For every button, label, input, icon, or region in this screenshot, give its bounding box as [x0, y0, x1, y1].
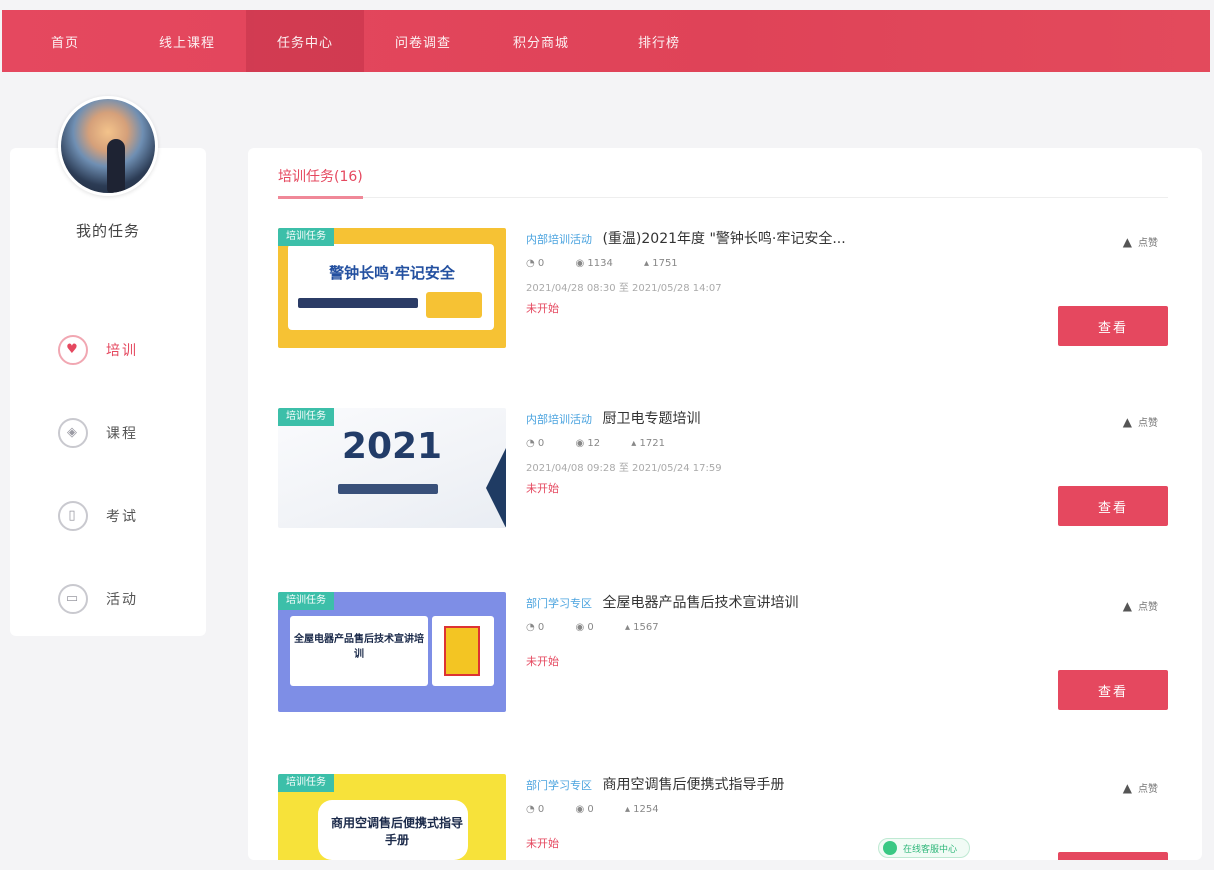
- like-control[interactable]: ▲ 点赞: [1123, 234, 1158, 249]
- nav-item-home[interactable]: 首页: [2, 10, 128, 72]
- task-thumbnail[interactable]: 培训任务 商用空调售后便携式指导手册: [278, 774, 506, 860]
- task-category[interactable]: 内部培训活动: [526, 413, 592, 426]
- nav-item-points-mall[interactable]: 积分商城: [482, 10, 600, 72]
- comment-count: ◔ 0: [526, 438, 545, 449]
- sidebar-item-label: 活动: [106, 591, 138, 608]
- task-thumbnail[interactable]: 培训任务 2021: [278, 408, 506, 528]
- like-control[interactable]: ▲ 点赞: [1123, 598, 1158, 613]
- sidebar-item-label: 考试: [106, 508, 138, 525]
- thumb-text: 2021: [341, 426, 443, 467]
- task-category[interactable]: 内部培训活动: [526, 233, 592, 246]
- sidebar: 我的任务 ♥ 培训 ◈ 课程 ▯ 考试 ▭ 活动: [10, 148, 206, 636]
- thumb-text: 全屋电器产品售后技术宣讲培训: [294, 634, 424, 660]
- task-title-line: 内部培训活动 (重温)2021年度 "警钟长鸣·牢记安全...: [526, 228, 1046, 248]
- thumb-tag: 培训任务: [278, 774, 334, 792]
- sidebar-item-exam[interactable]: ▯ 考试: [10, 474, 206, 557]
- thumb-tag: 培训任务: [278, 228, 334, 246]
- sidebar-item-label: 课程: [106, 425, 138, 442]
- nav-item-survey[interactable]: 问卷调查: [364, 10, 482, 72]
- view-button[interactable]: 查看: [1058, 306, 1168, 346]
- thumbs-up-icon: ▲: [1122, 781, 1132, 795]
- sidebar-item-courses[interactable]: ◈ 课程: [10, 391, 206, 474]
- top-nav-bar: 首页 线上课程 任务中心 问卷调查 积分商城 排行榜: [2, 10, 1210, 72]
- thumb-text: 警钟长鸣·牢记安全: [329, 264, 455, 282]
- task-info: 内部培训活动 厨卫电专题培训 ◔ 0 ◉ 12 ▴ 1721 2021/04/0…: [526, 408, 1046, 496]
- avatar[interactable]: [58, 96, 158, 196]
- online-service-badge[interactable]: 在线客服中心: [878, 838, 970, 858]
- task-title[interactable]: 厨卫电专题培训: [602, 411, 700, 427]
- nav-item-task-center[interactable]: 任务中心: [246, 10, 364, 72]
- task-time: 2021/04/08 09:28 至 2021/05/24 17:59: [526, 463, 722, 474]
- view-button[interactable]: 查看: [1058, 852, 1168, 860]
- tab-bar: 培训任务(16): [278, 160, 1168, 199]
- comment-count: ◔ 0: [526, 258, 545, 269]
- task-info: 内部培训活动 (重温)2021年度 "警钟长鸣·牢记安全... ◔ 0 ◉ 11…: [526, 228, 1046, 316]
- view-count: ◉ 12: [575, 438, 601, 449]
- task-title[interactable]: 商用空调售后便携式指导手册: [602, 777, 784, 793]
- task-info: 部门学习专区 商用空调售后便携式指导手册 ◔ 0 ◉ 0 ▴ 1254 未开始: [526, 774, 1046, 851]
- sidebar-menu: ♥ 培训 ◈ 课程 ▯ 考试 ▭ 活动: [10, 308, 206, 640]
- thumb-text: 商用空调售后便携式指导手册: [330, 816, 463, 847]
- chat-icon: ▭: [58, 583, 88, 614]
- view-count: ◉ 0: [575, 804, 594, 815]
- task-status: 未开始: [526, 482, 559, 495]
- learner-count: ▴ 1721: [631, 438, 665, 449]
- view-count: ◉ 1134: [575, 258, 613, 269]
- task-thumbnail[interactable]: 培训任务 警钟长鸣·牢记安全: [278, 228, 506, 348]
- heart-icon: ♥: [58, 334, 88, 365]
- thumbs-up-icon: ▲: [1122, 599, 1132, 613]
- exam-icon: ▯: [58, 500, 88, 531]
- task-thumbnail[interactable]: 培训任务 全屋电器产品售后技术宣讲培训: [278, 592, 506, 712]
- sidebar-item-training[interactable]: ♥ 培训: [10, 308, 206, 391]
- task-time: 2021/04/28 08:30 至 2021/05/28 14:07: [526, 283, 722, 294]
- task-stats: ◔ 0 ◉ 12 ▴ 1721: [526, 438, 1046, 449]
- view-count: ◉ 0: [575, 622, 594, 633]
- nav-item-online-courses[interactable]: 线上课程: [128, 10, 246, 72]
- thumb-tag: 培训任务: [278, 408, 334, 426]
- task-item: 培训任务 商用空调售后便携式指导手册 部门学习专区 商用空调售后便携式指导手册 …: [278, 774, 1168, 860]
- like-control[interactable]: ▲ 点赞: [1123, 780, 1158, 795]
- task-item: 培训任务 全屋电器产品售后技术宣讲培训 部门学习专区 全屋电器产品售后技术宣讲培…: [278, 592, 1168, 712]
- task-category[interactable]: 部门学习专区: [526, 779, 592, 792]
- tab-training-tasks[interactable]: 培训任务(16): [278, 160, 363, 199]
- nav-item-leaderboard[interactable]: 排行榜: [600, 10, 718, 72]
- online-status-icon: [883, 841, 897, 855]
- task-title-line: 内部培训活动 厨卫电专题培训: [526, 408, 1046, 428]
- comment-count: ◔ 0: [526, 622, 545, 633]
- task-stats: ◔ 0 ◉ 1134 ▴ 1751: [526, 258, 1046, 269]
- thumb-tag: 培训任务: [278, 592, 334, 610]
- sidebar-item-label: 培训: [106, 342, 138, 359]
- learner-count: ▴ 1254: [624, 804, 659, 815]
- view-button[interactable]: 查看: [1058, 486, 1168, 526]
- thumbs-up-icon: ▲: [1122, 235, 1132, 249]
- task-info: 部门学习专区 全屋电器产品售后技术宣讲培训 ◔ 0 ◉ 0 ▴ 1567 未开始: [526, 592, 1046, 669]
- task-list-panel: 培训任务(16) 培训任务 警钟长鸣·牢记安全 内部培训活动 (重温)2021年…: [248, 148, 1202, 860]
- online-badge-label: 在线客服中心: [903, 844, 958, 855]
- task-title[interactable]: (重温)2021年度 "警钟长鸣·牢记安全...: [602, 231, 845, 247]
- task-stats: ◔ 0 ◉ 0 ▴ 1254: [526, 804, 1046, 815]
- task-item: 培训任务 警钟长鸣·牢记安全 内部培训活动 (重温)2021年度 "警钟长鸣·牢…: [278, 228, 1168, 348]
- shield-icon: ◈: [58, 417, 88, 448]
- avatar-figure: [107, 139, 125, 193]
- learner-count: ▴ 1751: [644, 258, 678, 269]
- task-title[interactable]: 全屋电器产品售后技术宣讲培训: [602, 595, 798, 611]
- task-category[interactable]: 部门学习专区: [526, 597, 592, 610]
- task-title-line: 部门学习专区 商用空调售后便携式指导手册: [526, 774, 1046, 794]
- sidebar-title: 我的任务: [75, 222, 140, 240]
- task-stats: ◔ 0 ◉ 0 ▴ 1567: [526, 622, 1046, 633]
- task-item: 培训任务 2021 内部培训活动 厨卫电专题培训 ◔ 0 ◉ 12 ▴ 1721…: [278, 408, 1168, 528]
- like-control[interactable]: ▲ 点赞: [1123, 414, 1158, 429]
- task-status: 未开始: [526, 655, 559, 668]
- task-title-line: 部门学习专区 全屋电器产品售后技术宣讲培训: [526, 592, 1046, 612]
- sidebar-item-activity[interactable]: ▭ 活动: [10, 557, 206, 640]
- task-status: 未开始: [526, 302, 559, 315]
- view-button[interactable]: 查看: [1058, 670, 1168, 710]
- thumbs-up-icon: ▲: [1122, 415, 1132, 429]
- comment-count: ◔ 0: [526, 804, 545, 815]
- learner-count: ▴ 1567: [624, 622, 659, 633]
